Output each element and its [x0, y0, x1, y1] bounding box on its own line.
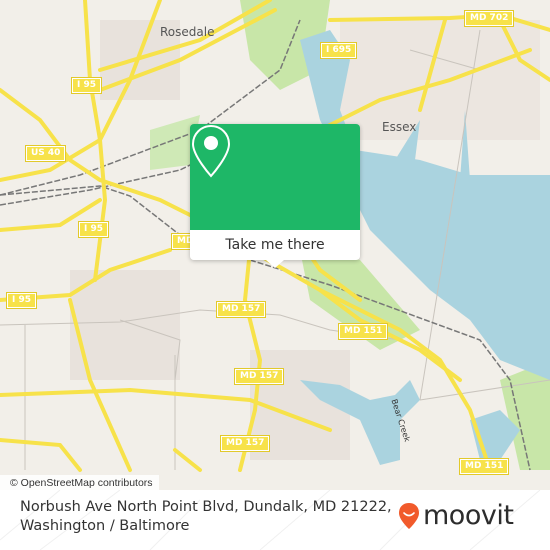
road-shield-md151: MD 151	[458, 458, 510, 475]
road-shield-i695: I 695	[319, 42, 358, 59]
road-shield-i95: I 95	[70, 77, 103, 94]
place-label-essex: Essex	[382, 120, 417, 134]
place-label-rosedale: Rosedale	[160, 25, 215, 39]
road-shield-md157: MD 157	[233, 368, 285, 385]
location-pin-icon	[191, 124, 231, 178]
moovit-wordmark: moovit	[423, 500, 514, 531]
address-line-1: Norbush Ave North Point Blvd, Dundalk, M…	[20, 499, 392, 515]
road-shield-us40: US 40	[24, 145, 67, 162]
map-view[interactable]: Rosedale Essex Bear Creek MD 702 I 695 I…	[0, 0, 550, 490]
road-shield-i95: I 95	[5, 292, 38, 309]
moovit-pin-icon	[399, 503, 419, 529]
road-shield-i95: I 95	[77, 221, 110, 238]
popup-pointer	[266, 260, 284, 268]
address-line-2: Washington / Baltimore	[20, 518, 190, 534]
map-attribution[interactable]: © OpenStreetMap contributors	[0, 475, 159, 490]
take-me-there-button[interactable]: Take me there	[190, 230, 360, 260]
road-shield-md157: MD 157	[219, 435, 271, 452]
road-shield-md151: MD 151	[337, 323, 389, 340]
address-text: Norbush Ave North Point Blvd, Dundalk, M…	[20, 498, 392, 536]
road-shield-md157: MD 157	[215, 301, 267, 318]
popup-header	[190, 124, 360, 230]
location-popup: Take me there	[190, 124, 360, 268]
moovit-logo[interactable]: moovit	[398, 500, 514, 531]
road-shield-md702: MD 702	[463, 10, 515, 27]
